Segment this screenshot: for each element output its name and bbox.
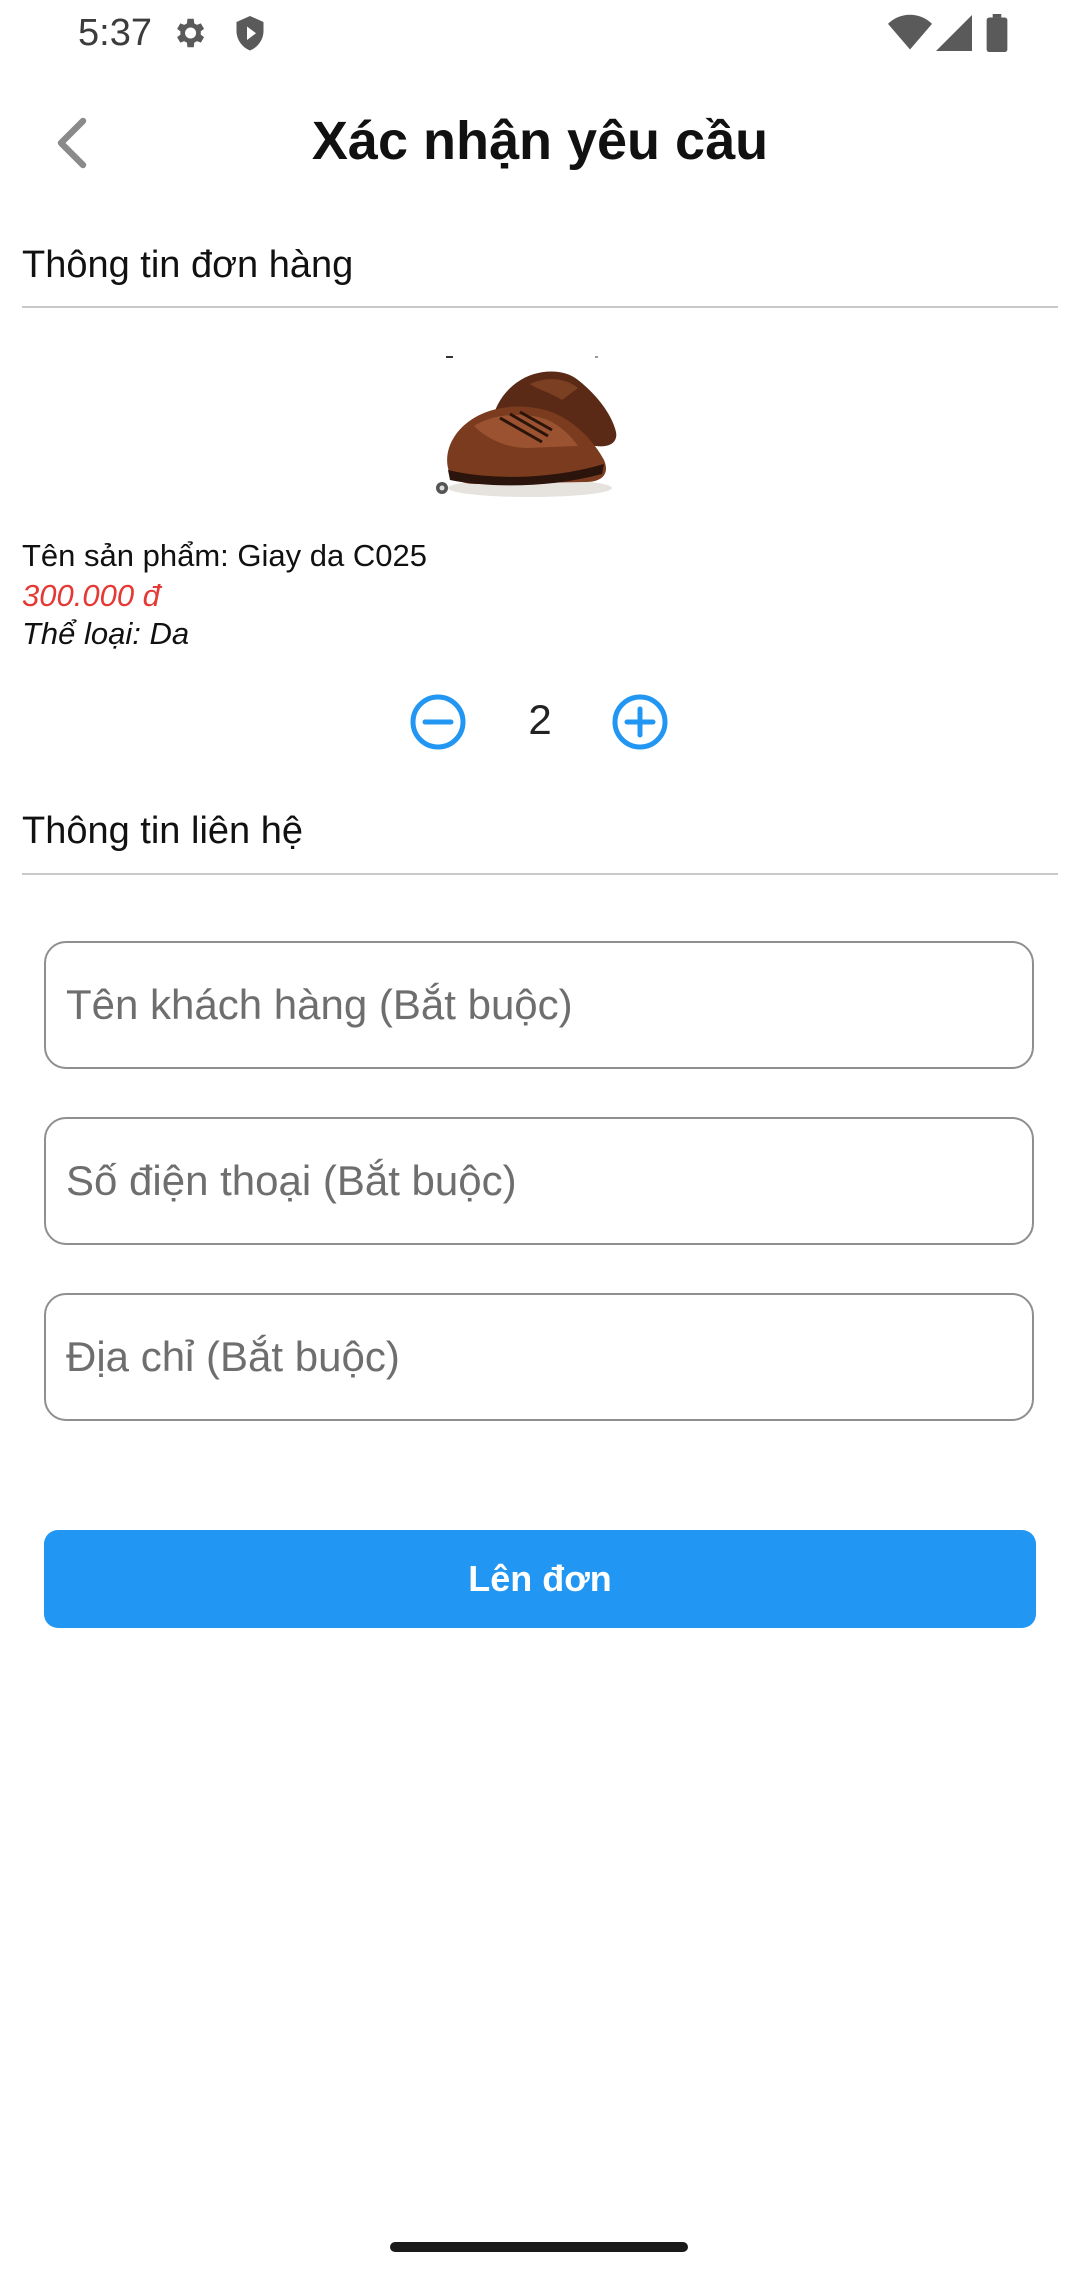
home-indicator[interactable]: [390, 2242, 688, 2252]
address-field[interactable]: [44, 1293, 1034, 1421]
app-bar: Xác nhận yêu cầu: [0, 90, 1080, 200]
submit-order-button[interactable]: Lên đơn: [44, 1530, 1036, 1628]
contact-divider: [22, 873, 1058, 875]
plus-circle-icon[interactable]: [610, 692, 670, 752]
phone-number-field[interactable]: [44, 1117, 1034, 1245]
customer-name-field[interactable]: [44, 941, 1034, 1069]
wifi-icon: [888, 14, 932, 50]
shield-icon: [236, 16, 264, 51]
product-name: Tên sản phẩm: Giay da C025: [22, 538, 427, 573]
status-time: 5:37: [78, 12, 152, 54]
order-divider: [22, 306, 1058, 308]
minus-circle-icon[interactable]: [408, 692, 468, 752]
product-price: 300.000 đ: [22, 578, 160, 613]
signal-icon: [936, 15, 972, 51]
contact-section-title: Thông tin liên hệ: [22, 810, 303, 852]
product-category: Thể loại: Da: [22, 616, 190, 651]
quantity-value: 2: [528, 696, 552, 743]
product-image: [436, 356, 617, 497]
order-section-title: Thông tin đơn hàng: [22, 244, 354, 286]
battery-icon: [986, 14, 1008, 52]
gear-icon: [177, 18, 205, 48]
status-bar: 5:37: [0, 0, 1080, 70]
page-title: Xác nhận yêu cầu: [311, 111, 769, 171]
